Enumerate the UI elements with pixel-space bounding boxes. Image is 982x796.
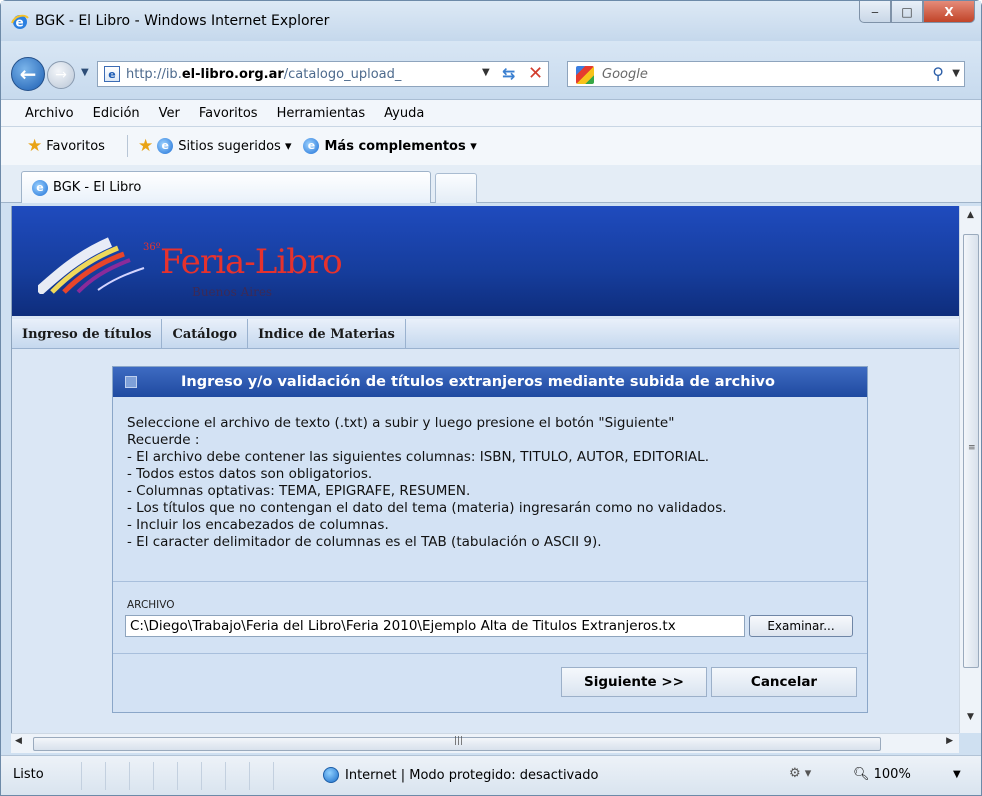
stop-icon[interactable]: ✕ (528, 63, 543, 84)
history-dropdown-icon[interactable]: ▼ (81, 67, 89, 78)
search-dropdown-icon[interactable]: ▼ (952, 68, 960, 79)
zoom-level[interactable]: 🔍︎ 100% (853, 767, 911, 782)
next-button[interactable]: Siguiente >> (561, 667, 707, 697)
scroll-up-icon[interactable]: ▲ (960, 210, 981, 226)
title-bar[interactable]: e BGK - El Libro - Windows Internet Expl… (1, 1, 981, 41)
vertical-scrollbar[interactable]: ▲ ≡ ▼ (959, 206, 981, 733)
instruction-line: - Incluir los encabezados de columnas. (127, 517, 389, 533)
grip-icon: ≡ (968, 443, 976, 453)
addons-label: Más complementos ▾ (324, 138, 477, 154)
menu-favoritos[interactable]: Favoritos (199, 106, 258, 121)
tab-label: BGK - El Libro (53, 180, 142, 195)
nav-catalogo[interactable]: Catálogo (162, 319, 249, 349)
close-button[interactable]: X (923, 1, 975, 23)
instruction-line: - Todos estos datos son obligatorios. (127, 466, 373, 482)
tab-active[interactable]: e BGK - El Libro (21, 171, 431, 203)
cancel-button[interactable]: Cancelar (711, 667, 857, 697)
menu-edicion[interactable]: Edición (93, 106, 140, 121)
tab-bar: e BGK - El Libro (1, 165, 981, 203)
suggested-sites-button[interactable]: e Sitios sugeridos ▾ (157, 138, 291, 154)
ie-logo-icon: e (157, 138, 174, 154)
browse-button[interactable]: Examinar... (749, 615, 853, 637)
zoom-dropdown-icon[interactable]: ▼ (953, 769, 961, 780)
star-icon: ★ (27, 136, 43, 156)
divider (113, 581, 867, 582)
new-tab-button[interactable] (435, 173, 477, 203)
instructions: Seleccione el archivo de texto (.txt) a … (127, 415, 851, 551)
grip-icon: ||| (454, 736, 464, 746)
search-placeholder[interactable]: Google (602, 67, 648, 82)
protected-mode-icon[interactable]: ⚙ ▾ (789, 766, 811, 781)
page-icon: e (303, 138, 320, 154)
favorites-button[interactable]: ★ Favoritos (27, 136, 105, 156)
address-url[interactable]: http://ib.el-libro.org.ar/catalogo_uploa… (126, 67, 476, 82)
instruction-line: - Los títulos que no contengan el dato d… (127, 500, 727, 516)
site-logo-text: Feria-Libro (160, 242, 343, 282)
book-logo-icon (38, 237, 145, 294)
address-dropdown-icon[interactable]: ▼ (482, 67, 490, 78)
page-icon: e (104, 66, 120, 82)
menu-ver[interactable]: Ver (159, 106, 180, 121)
ie-logo-icon: e (32, 179, 48, 196)
addons-button[interactable]: e Más complementos ▾ (303, 138, 477, 154)
menu-archivo[interactable]: Archivo (25, 106, 74, 121)
navigation-bar: ← → ▼ e http://ib.el-libro.org.ar/catalo… (1, 41, 981, 99)
security-zone[interactable]: Internet | Modo protegido: desactivado (323, 767, 598, 783)
suggested-sites-label: Sitios sugeridos ▾ (178, 138, 292, 154)
add-favorite-icon[interactable]: ★ (138, 136, 153, 156)
site-nav: Ingreso de títulos Catálogo Indice de Ma… (12, 319, 959, 349)
window-controls: ‒ □ X (859, 1, 975, 23)
panel-header: Ingreso y/o validación de títulos extran… (113, 367, 867, 397)
panel-title: Ingreso y/o validación de títulos extran… (181, 374, 775, 390)
menu-bar: Archivo Edición Ver Favoritos Herramient… (1, 99, 981, 127)
status-text: Listo (13, 767, 44, 782)
maximize-button[interactable]: □ (891, 1, 923, 23)
search-box[interactable]: Google ⚲ ▼ (567, 61, 965, 87)
instruction-line: Seleccione el archivo de texto (.txt) a … (127, 415, 675, 431)
back-button[interactable]: ← (11, 57, 45, 91)
minimize-button[interactable]: ‒ (859, 1, 891, 23)
panel-toggle-icon[interactable] (125, 376, 137, 388)
window-title: BGK - El Libro - Windows Internet Explor… (35, 13, 330, 29)
horizontal-scroll-thumb[interactable]: ||| (33, 736, 881, 751)
instruction-line: Recuerde : (127, 432, 200, 448)
globe-icon (323, 767, 339, 783)
menu-ayuda[interactable]: Ayuda (384, 106, 424, 121)
nav-ingreso-titulos[interactable]: Ingreso de títulos (12, 319, 163, 349)
logo-edition: 36º (143, 242, 161, 253)
page-viewport: 36º Feria-Libro Buenos Aires Ingreso de … (11, 206, 959, 733)
forward-button[interactable]: → (47, 61, 75, 89)
google-icon (576, 66, 594, 84)
vertical-scroll-thumb[interactable]: ≡ (963, 234, 979, 668)
menu-herramientas[interactable]: Herramientas (277, 106, 366, 121)
nav-indice-materias[interactable]: Indice de Materias (248, 319, 406, 349)
ie-logo-icon: e (11, 13, 29, 31)
divider (113, 653, 867, 654)
site-banner: 36º Feria-Libro Buenos Aires (12, 206, 959, 316)
search-icon[interactable]: ⚲ (932, 64, 944, 83)
status-bar: Listo Internet | Modo protegido: desacti… (1, 755, 981, 795)
favorites-separator (126, 135, 128, 157)
address-bar[interactable]: e http://ib.el-libro.org.ar/catalogo_upl… (97, 61, 549, 87)
horizontal-scrollbar[interactable]: ◀ ||| ▶ (11, 733, 959, 753)
scroll-left-icon[interactable]: ◀ (15, 736, 22, 746)
refresh-icon[interactable]: ⇆ (502, 64, 515, 83)
instruction-line: - El caracter delimitador de columnas es… (127, 534, 602, 550)
status-panes (81, 762, 297, 790)
site-logo-subtitle: Buenos Aires (192, 285, 273, 299)
upload-panel: Ingreso y/o validación de títulos extran… (112, 366, 868, 713)
favorites-bar: ★ Favoritos ★ e Sitios sugeridos ▾ e Más… (1, 127, 981, 165)
scroll-right-icon[interactable]: ▶ (946, 736, 953, 746)
scroll-down-icon[interactable]: ▼ (960, 712, 981, 728)
file-path-input[interactable]: C:\Diego\Trabajo\Feria del Libro\Feria 2… (125, 615, 745, 637)
zone-text: Internet | Modo protegido: desactivado (345, 767, 599, 783)
favorites-label: Favoritos (46, 138, 105, 154)
browser-window: e BGK - El Libro - Windows Internet Expl… (0, 0, 982, 796)
instruction-line: - El archivo debe contener las siguiente… (127, 449, 709, 465)
instruction-line: - Columnas optativas: TEMA, EPIGRAFE, RE… (127, 483, 471, 499)
file-field-label: ARCHIVO (127, 599, 175, 611)
